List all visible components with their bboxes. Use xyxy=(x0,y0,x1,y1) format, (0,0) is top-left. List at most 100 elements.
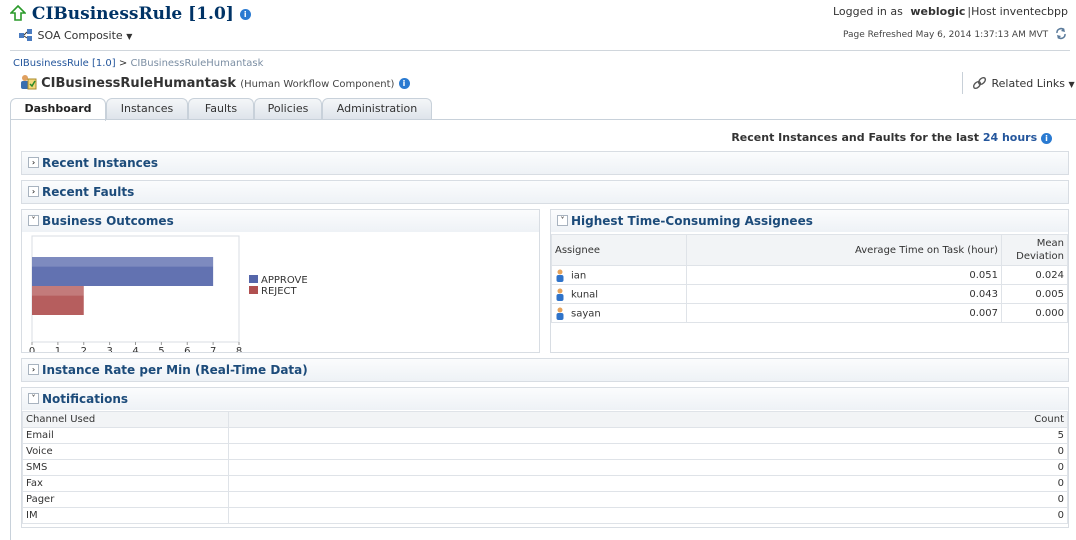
expand-icon[interactable]: › xyxy=(28,157,39,168)
business-outcomes-chart: 0 1 2 3 4 5 6 7 8 APPROVEREJECT xyxy=(29,235,308,352)
table-row[interactable]: Email 5 xyxy=(22,427,1068,444)
count-cell: 5 xyxy=(228,427,1068,444)
table-row[interactable]: Pager 0 xyxy=(22,491,1068,508)
x-tick-label: 0 xyxy=(29,346,35,352)
count-value: 0 xyxy=(1057,494,1064,505)
x-tick-label: 7 xyxy=(210,346,216,352)
col-channel-label: Channel Used xyxy=(26,414,96,425)
count-value: 0 xyxy=(1057,446,1064,457)
assignees-title: Highest Time-Consuming Assignees xyxy=(571,214,813,228)
breadcrumb-current: CIBusinessRuleHumantask xyxy=(130,58,264,69)
col-channel[interactable]: Channel Used xyxy=(22,411,229,428)
instance-rate-header[interactable]: › Instance Rate per Min (Real-Time Data) xyxy=(22,359,1068,381)
deviation-cell: 0.005 xyxy=(1001,284,1068,304)
channel-name: SMS xyxy=(26,462,48,473)
assignee-cell: sayan xyxy=(551,303,687,323)
channel-cell: Fax xyxy=(22,475,229,492)
related-links-menu[interactable]: Related Links ▼ xyxy=(972,76,1075,90)
table-row[interactable]: kunal 0.043 0.005 xyxy=(551,284,1068,304)
expand-icon[interactable]: › xyxy=(28,364,39,375)
user-icon xyxy=(556,307,564,320)
assignee-name: kunal xyxy=(571,289,599,300)
notifications-panel: ˅ Notifications Channel Used Count Email… xyxy=(21,387,1069,528)
col-count[interactable]: Count xyxy=(228,411,1068,428)
period-info-icon[interactable]: i xyxy=(1041,132,1052,144)
component-title: CIBusinessRuleHumantask (Human Workflow … xyxy=(19,73,410,91)
recent-period-info: Recent Instances and Faults for the last… xyxy=(731,131,1052,144)
collapse-icon[interactable]: ˅ xyxy=(28,215,39,226)
breadcrumb-separator: > xyxy=(118,58,128,69)
breadcrumb-root-link[interactable]: CIBusinessRule [1.0] xyxy=(13,58,116,69)
table-row[interactable]: Voice 0 xyxy=(22,443,1068,460)
deviation-value: 0.005 xyxy=(1035,288,1064,300)
chevron-down-icon: ▼ xyxy=(126,32,133,41)
avg-time-cell: 0.051 xyxy=(686,265,1002,285)
assignees-header[interactable]: ˅ Highest Time-Consuming Assignees xyxy=(551,210,1068,232)
channel-name: IM xyxy=(26,510,38,521)
table-row[interactable]: Fax 0 xyxy=(22,475,1068,492)
notifications-table: Channel Used Count Email 5 Voice 0 SMS 0 Fax 0 P… xyxy=(22,411,1068,524)
deviation-cell: 0.000 xyxy=(1001,303,1068,323)
tab-instances-label: Instances xyxy=(120,102,174,115)
table-row[interactable]: SMS 0 xyxy=(22,459,1068,476)
notifications-title: Notifications xyxy=(42,392,129,406)
avg-time-value: 0.007 xyxy=(969,307,998,319)
col-mean-deviation[interactable]: Mean Deviation xyxy=(1001,234,1068,266)
count-value: 0 xyxy=(1057,462,1064,473)
x-tick-label: 8 xyxy=(236,346,242,352)
component-info-icon[interactable]: i xyxy=(398,78,410,89)
x-tick-label: 4 xyxy=(132,346,138,352)
refresh-info: Page Refreshed May 6, 2014 1:37:13 AM MV… xyxy=(843,27,1068,40)
channel-cell: IM xyxy=(22,507,229,524)
col-avg-time[interactable]: Average Time on Task (hour) xyxy=(686,234,1002,266)
avg-time-value: 0.051 xyxy=(969,269,998,281)
channel-cell: SMS xyxy=(22,459,229,476)
count-cell: 0 xyxy=(228,443,1068,460)
tab-dashboard[interactable]: Dashboard xyxy=(10,98,106,121)
count-cell: 0 xyxy=(228,459,1068,476)
tab-instances[interactable]: Instances xyxy=(106,98,188,120)
col-assignee[interactable]: Assignee xyxy=(551,234,687,266)
col-count-label: Count xyxy=(1034,414,1064,425)
recent-instances-header[interactable]: › Recent Instances xyxy=(22,152,1068,174)
soa-composite-menu[interactable]: SOA Composite ▼ xyxy=(18,28,132,42)
chevron-down-icon: ▼ xyxy=(1068,80,1075,89)
up-arrow-icon[interactable] xyxy=(9,4,27,21)
bar-highlight xyxy=(32,286,84,296)
tab-faults[interactable]: Faults xyxy=(188,98,254,120)
composite-icon xyxy=(19,29,32,41)
expand-icon[interactable]: › xyxy=(28,186,39,197)
count-value: 0 xyxy=(1057,478,1064,489)
table-row[interactable]: sayan 0.007 0.000 xyxy=(551,303,1068,323)
info-icon[interactable]: i xyxy=(239,9,251,20)
channel-name: Fax xyxy=(26,478,43,489)
tab-policies[interactable]: Policies xyxy=(254,98,322,120)
soa-composite-label: SOA Composite xyxy=(37,29,123,42)
recent-period-link[interactable]: 24 hours xyxy=(983,131,1037,144)
tab-administration[interactable]: Administration xyxy=(322,98,432,120)
tab-administration-label: Administration xyxy=(336,102,418,115)
avg-time-cell: 0.007 xyxy=(686,303,1002,323)
table-row[interactable]: IM 0 xyxy=(22,507,1068,524)
recent-instances-panel: › Recent Instances xyxy=(21,151,1069,175)
collapse-icon[interactable]: ˅ xyxy=(28,393,39,404)
collapse-icon[interactable]: ˅ xyxy=(557,215,568,226)
page-refreshed-text: Page Refreshed May 6, 2014 1:37:13 AM MV… xyxy=(842,30,1049,40)
business-outcomes-header[interactable]: ˅ Business Outcomes xyxy=(22,210,539,232)
host-name: Host inventecbpp xyxy=(971,5,1068,18)
avg-time-value: 0.043 xyxy=(969,288,998,300)
breadcrumb: CIBusinessRule [1.0] > CIBusinessRuleHum… xyxy=(13,58,263,69)
tab-dashboard-label: Dashboard xyxy=(24,102,92,115)
recent-period-label: Recent Instances and Faults for the last xyxy=(731,131,979,144)
recent-faults-header[interactable]: › Recent Faults xyxy=(22,181,1068,203)
business-outcomes-title: Business Outcomes xyxy=(42,214,174,228)
human-task-icon xyxy=(21,75,37,90)
channel-cell: Pager xyxy=(22,491,229,508)
channel-name: Pager xyxy=(26,494,55,505)
notifications-header[interactable]: ˅ Notifications xyxy=(22,388,1068,410)
user-name[interactable]: weblogic xyxy=(910,5,965,18)
legend-swatch xyxy=(249,275,258,283)
refresh-icon[interactable] xyxy=(1054,27,1068,40)
table-row[interactable]: ian 0.051 0.024 xyxy=(551,265,1068,285)
tab-faults-label: Faults xyxy=(204,102,238,115)
